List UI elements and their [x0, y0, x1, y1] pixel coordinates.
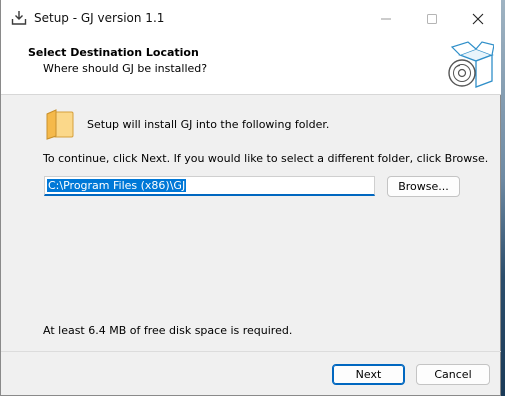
installer-app-icon — [11, 11, 27, 25]
install-intro-text: Setup will install GJ into the following… — [87, 118, 330, 131]
page-title: Select Destination Location — [28, 46, 199, 59]
installer-box-cd-icon — [448, 41, 494, 88]
instruction-text: To continue, click Next. If you would li… — [43, 152, 489, 165]
destination-path-value: C:\Program Files (x86)\GJ — [47, 179, 187, 192]
window-title: Setup - GJ version 1.1 — [34, 11, 165, 25]
disk-space-text: At least 6.4 MB of free disk space is re… — [43, 324, 293, 337]
browse-button[interactable]: Browse... — [387, 176, 460, 197]
maximize-icon — [427, 14, 437, 24]
page-subtitle: Where should GJ be installed? — [43, 62, 208, 75]
minimize-button[interactable] — [363, 0, 409, 38]
close-button[interactable] — [455, 0, 501, 38]
footer-divider — [1, 351, 501, 352]
minimize-icon — [381, 18, 391, 20]
setup-window: Setup - GJ version 1.1 Select Destinatio… — [0, 0, 501, 396]
wizard-header: Select Destination Location Where should… — [1, 38, 501, 95]
destination-path-input[interactable]: C:\Program Files (x86)\GJ — [44, 176, 375, 196]
next-button[interactable]: Next — [332, 364, 405, 385]
maximize-button[interactable] — [409, 0, 455, 38]
cancel-button[interactable]: Cancel — [416, 364, 490, 385]
title-bar[interactable]: Setup - GJ version 1.1 — [1, 0, 501, 38]
close-icon — [472, 13, 484, 25]
folder-icon — [46, 109, 74, 140]
desktop-background — [501, 0, 505, 396]
